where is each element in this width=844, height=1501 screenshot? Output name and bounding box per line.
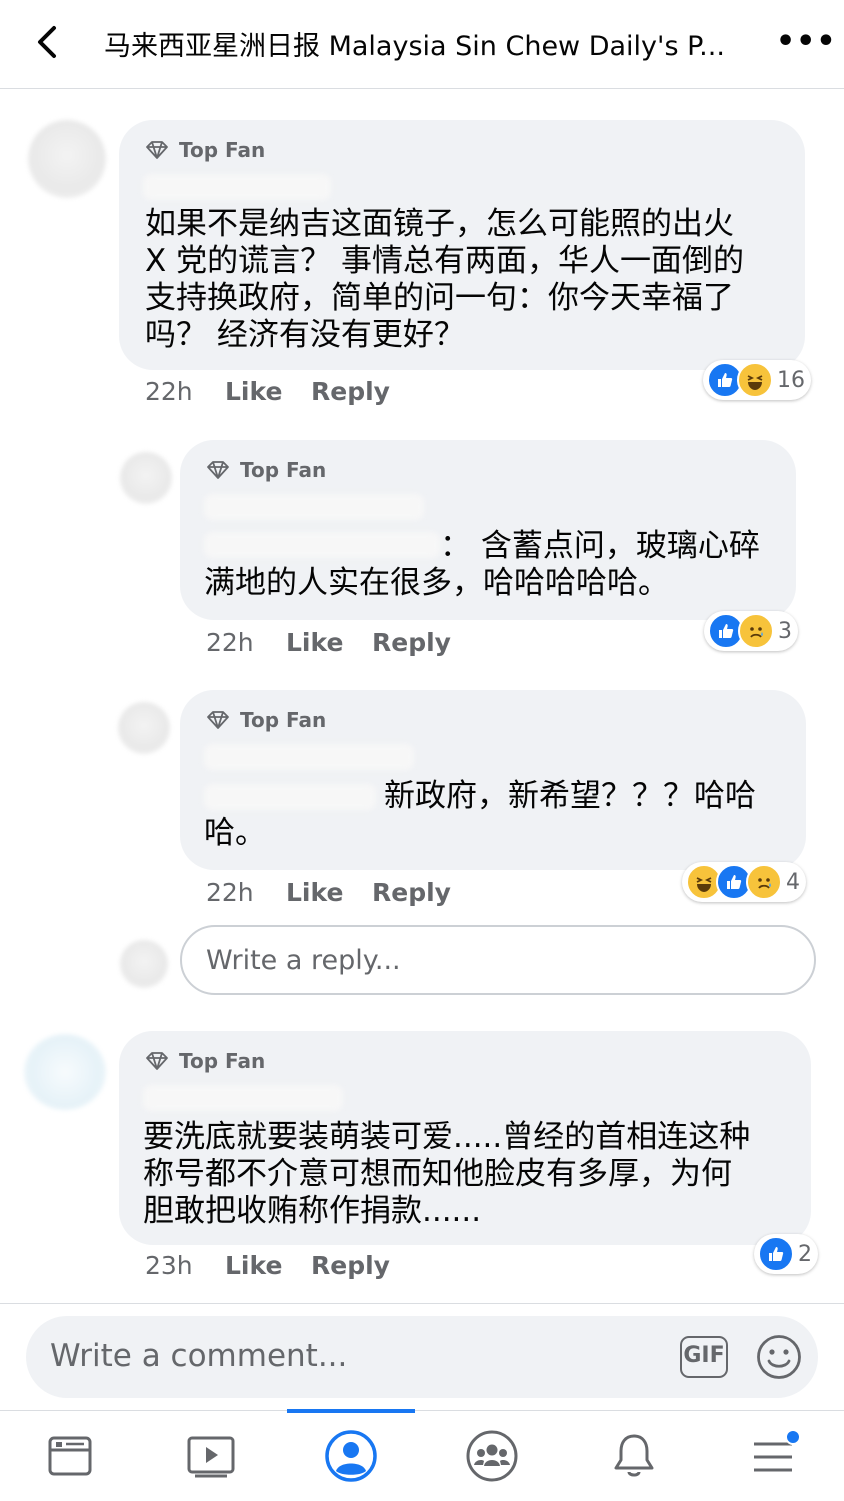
comment-text: 要洗底就要装萌装可爱.....曾经的首相连这种 称号都不介意可想而知他脸皮有多厚… [143,1119,751,1229]
avatar[interactable] [118,702,170,754]
reaction-count: 4 [786,869,800,895]
bottom-tab-bar [0,1410,844,1501]
timestamp: 22h [145,377,193,406]
avatar[interactable] [120,452,172,504]
groups-icon[interactable] [462,1426,522,1486]
active-tab-indicator [287,1409,415,1413]
like-button[interactable]: Like [286,878,372,907]
comment-text: ： 含蓄点问，玻璃心碎 满地的人实在很多，哈哈哈哈哈。 [204,528,760,601]
reply-button[interactable]: Reply [372,628,451,657]
top-fan-badge: Top Fan [206,458,326,482]
diamond-icon [146,1052,168,1070]
reaction-summary[interactable]: 2 [754,1234,818,1274]
comment-text: 如果不是纳吉这面镜子，怎么可能照的出火 X 党的谎言？ 事情总有两面，华人一面倒… [145,206,744,353]
like-button[interactable]: Like [225,1251,311,1280]
author-name-blurred[interactable] [204,744,414,770]
like-button[interactable]: Like [286,628,372,657]
reaction-summary[interactable]: 4 [682,862,806,902]
comment-actions: 22h Like Reply [206,628,451,657]
top-fan-badge: Top Fan [206,708,326,732]
diamond-icon [207,461,229,479]
author-name-blurred[interactable] [143,1085,343,1111]
comment-bubble: Top Fan 如果不是纳吉这面镜子，怎么可能照的出火 X 党的谎言？ 事情总有… [119,120,805,370]
comment-actions: 22h Like Reply [206,878,451,907]
comment-actions: 22h Like Reply [145,377,390,406]
reaction-count: 16 [777,367,805,393]
author-name-blurred[interactable] [204,494,424,520]
back-arrow-icon[interactable] [30,22,70,62]
reaction-summary[interactable]: 16 [703,360,811,400]
comment-text: 新政府，新希望？？？哈哈 哈。 [204,778,756,851]
avatar[interactable] [28,120,106,198]
top-fan-badge: Top Fan [145,138,265,162]
timestamp: 22h [206,628,254,657]
reply-button[interactable]: Reply [311,1251,390,1280]
top-fan-badge: Top Fan [145,1049,265,1073]
timestamp: 23h [145,1251,193,1280]
reaction-count: 2 [798,1241,812,1267]
like-icon [758,1236,794,1272]
reply-bubble: Top Fan ： 含蓄点问，玻璃心碎 满地的人实在很多，哈哈哈哈哈。 [180,440,796,620]
like-button[interactable]: Like [225,377,311,406]
reply-input[interactable]: Write a reply... [180,925,816,995]
timestamp: 22h [206,878,254,907]
author-name-blurred[interactable] [143,174,331,200]
reaction-count: 3 [778,618,792,644]
reply-bubble: Top Fan 新政府，新希望？？？哈哈 哈。 [180,690,806,870]
profile-icon[interactable] [321,1426,381,1486]
news-feed-icon[interactable] [40,1426,100,1486]
notifications-icon[interactable] [604,1426,664,1486]
sad-icon [738,613,774,649]
menu-icon[interactable] [744,1426,804,1486]
page-title: 马来西亚星洲日报 Malaysia Sin Chew Daily's P... [104,31,725,62]
comment-placeholder: Write a comment... [50,1338,348,1374]
haha-icon [737,362,773,398]
sad-icon [746,864,782,900]
avatar[interactable] [24,1034,106,1110]
emoji-icon[interactable] [756,1334,802,1380]
more-options-icon[interactable]: ••• [776,24,837,59]
notification-dot [785,1430,800,1445]
comment-actions: 23h Like Reply [145,1251,390,1280]
my-avatar [120,940,168,988]
reply-button[interactable]: Reply [311,377,390,406]
reply-button[interactable]: Reply [372,878,451,907]
top-bar: 马来西亚星洲日报 Malaysia Sin Chew Daily's P... … [0,0,844,89]
gif-button[interactable]: GIF [680,1336,728,1378]
comment-bubble: Top Fan 要洗底就要装萌装可爱.....曾经的首相连这种 称号都不介意可想… [119,1031,811,1245]
reply-placeholder: Write a reply... [206,945,401,976]
diamond-icon [146,141,168,159]
watch-icon[interactable] [181,1426,241,1486]
reaction-summary[interactable]: 3 [704,611,798,651]
diamond-icon [207,711,229,729]
